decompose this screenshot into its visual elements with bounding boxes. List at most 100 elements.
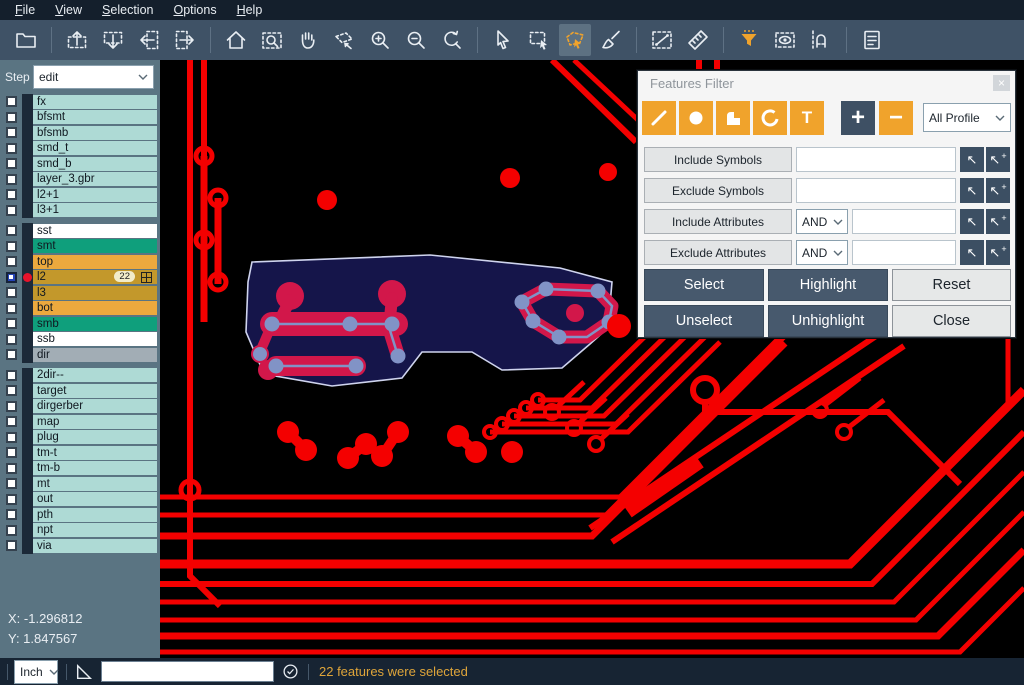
menu-item-file[interactable]: File (6, 2, 44, 18)
pick-from-canvas-button[interactable]: ↖ (960, 147, 984, 172)
layer-checkbox[interactable] (6, 370, 17, 381)
filter-type-surface-button[interactable] (716, 101, 750, 135)
menu-item-help[interactable]: Help (228, 2, 272, 18)
menu-item-options[interactable]: Options (164, 2, 225, 18)
pick-from-canvas-button[interactable]: ↖ (960, 178, 984, 203)
pick-add-from-canvas-button[interactable]: ↖+ (986, 147, 1010, 172)
zoom-home-button[interactable] (220, 24, 252, 56)
layer-checkbox[interactable] (6, 540, 17, 551)
include-attributes-button[interactable]: Include Attributes (644, 209, 792, 234)
layer-checkbox[interactable] (6, 158, 17, 169)
layer-item-smd_t[interactable]: smd_t (33, 141, 157, 155)
layer-item-dir[interactable]: dir (33, 348, 157, 362)
layer-checkbox[interactable] (6, 349, 17, 360)
layer-item-out[interactable]: out (33, 492, 157, 506)
layer-checkbox[interactable] (6, 478, 17, 489)
layer-checkbox[interactable] (6, 463, 17, 474)
layer-checkbox[interactable] (6, 127, 17, 138)
feature-report-button[interactable] (856, 24, 888, 56)
pick-add-from-canvas-button[interactable]: ↖+ (986, 209, 1010, 234)
angle-measure-icon[interactable] (75, 663, 93, 681)
menu-item-selection[interactable]: Selection (93, 2, 162, 18)
layer-item-bfsmb[interactable]: bfsmb (33, 126, 157, 140)
profile-select[interactable]: All Profile (923, 103, 1011, 132)
layer-item-fx[interactable]: fx (33, 95, 157, 109)
include-symbols-input[interactable] (796, 147, 956, 172)
layer-checkbox[interactable] (6, 416, 17, 427)
exclude-attributes-button[interactable]: Exclude Attributes (644, 240, 792, 265)
layer-item-tm-t[interactable]: tm-t (33, 446, 157, 460)
exclude-symbols-input[interactable] (796, 178, 956, 203)
layer-checkbox[interactable] (6, 96, 17, 107)
layer-item-layer_3.gbr[interactable]: layer_3.gbr (33, 172, 157, 186)
layer-item-l3+1[interactable]: l3+1 (33, 203, 157, 217)
close-button[interactable]: Close (892, 305, 1011, 337)
filter-type-line-button[interactable] (642, 101, 676, 135)
select-rectangle-button[interactable] (523, 24, 555, 56)
open-file-button[interactable] (10, 24, 42, 56)
layer-item-2dir--[interactable]: 2dir-- (33, 368, 157, 382)
filter-mode-add-button[interactable]: + (841, 101, 875, 135)
filter-mode-remove-button[interactable]: − (879, 101, 913, 135)
layer-item-plug[interactable]: plug (33, 430, 157, 444)
pan-up-button[interactable] (61, 24, 93, 56)
layer-item-smd_b[interactable]: smd_b (33, 157, 157, 171)
layer-checkbox[interactable] (6, 385, 17, 396)
select-button[interactable]: Select (644, 269, 764, 301)
show-selected-button[interactable] (769, 24, 801, 56)
units-select[interactable]: Inch (14, 660, 58, 684)
unselect-button[interactable]: Unselect (644, 305, 764, 337)
layer-checkbox[interactable] (6, 432, 17, 443)
clear-highlight-button[interactable] (595, 24, 627, 56)
measure-distance-button[interactable] (646, 24, 678, 56)
layer-item-target[interactable]: target (33, 384, 157, 398)
layer-checkbox[interactable] (6, 189, 17, 200)
layer-item-smb[interactable]: smb (33, 317, 157, 331)
layer-grid-icon[interactable] (141, 272, 152, 286)
pan-right-button[interactable] (169, 24, 201, 56)
layer-item-bfsmt[interactable]: bfsmt (33, 110, 157, 124)
layer-checkbox[interactable] (6, 272, 17, 283)
layer-item-dirgerber[interactable]: dirgerber (33, 399, 157, 413)
layer-item-via[interactable]: via (33, 539, 157, 553)
pan-left-button[interactable] (133, 24, 165, 56)
pick-from-canvas-button[interactable]: ↖ (960, 240, 984, 265)
layer-checkbox[interactable] (6, 494, 17, 505)
filter-type-arc-button[interactable] (753, 101, 787, 135)
layer-item-npt[interactable]: npt (33, 523, 157, 537)
pick-add-from-canvas-button[interactable]: ↖+ (986, 240, 1010, 265)
exclude-attributes-input[interactable] (852, 240, 956, 265)
layer-checkbox[interactable] (6, 318, 17, 329)
layer-checkbox[interactable] (6, 143, 17, 154)
layer-checkbox[interactable] (6, 401, 17, 412)
zoom-in-button[interactable] (364, 24, 396, 56)
layer-checkbox[interactable] (6, 256, 17, 267)
layer-checkbox[interactable] (6, 334, 17, 345)
unhighlight-button[interactable]: Unhighlight (768, 305, 888, 337)
pan-hand-button[interactable] (292, 24, 324, 56)
layer-checkbox[interactable] (6, 241, 17, 252)
layer-item-bot[interactable]: bot (33, 301, 157, 315)
layer-item-map[interactable]: map (33, 415, 157, 429)
menu-item-view[interactable]: View (46, 2, 91, 18)
pan-down-button[interactable] (97, 24, 129, 56)
layer-checkbox[interactable] (6, 287, 17, 298)
measure-ruler-button[interactable] (682, 24, 714, 56)
refresh-icon[interactable] (282, 663, 299, 680)
layer-checkbox[interactable] (6, 447, 17, 458)
pick-add-from-canvas-button[interactable]: ↖+ (986, 178, 1010, 203)
exclude-symbols-button[interactable]: Exclude Symbols (644, 178, 792, 203)
and-or-select[interactable]: AND (796, 240, 848, 265)
layer-item-mt[interactable]: mt (33, 477, 157, 491)
layer-item-l2+1[interactable]: l2+1 (33, 188, 157, 202)
layer-item-ssb[interactable]: ssb (33, 332, 157, 346)
select-pointer-button[interactable] (487, 24, 519, 56)
highlight-button[interactable]: Highlight (768, 269, 888, 301)
layer-checkbox[interactable] (6, 225, 17, 236)
layer-checkbox[interactable] (6, 525, 17, 536)
layer-item-smt[interactable]: smt (33, 239, 157, 253)
layer-checkbox[interactable] (6, 112, 17, 123)
zoom-previous-button[interactable] (436, 24, 468, 56)
layer-item-top[interactable]: top (33, 255, 157, 269)
layer-item-sst[interactable]: sst (33, 224, 157, 238)
